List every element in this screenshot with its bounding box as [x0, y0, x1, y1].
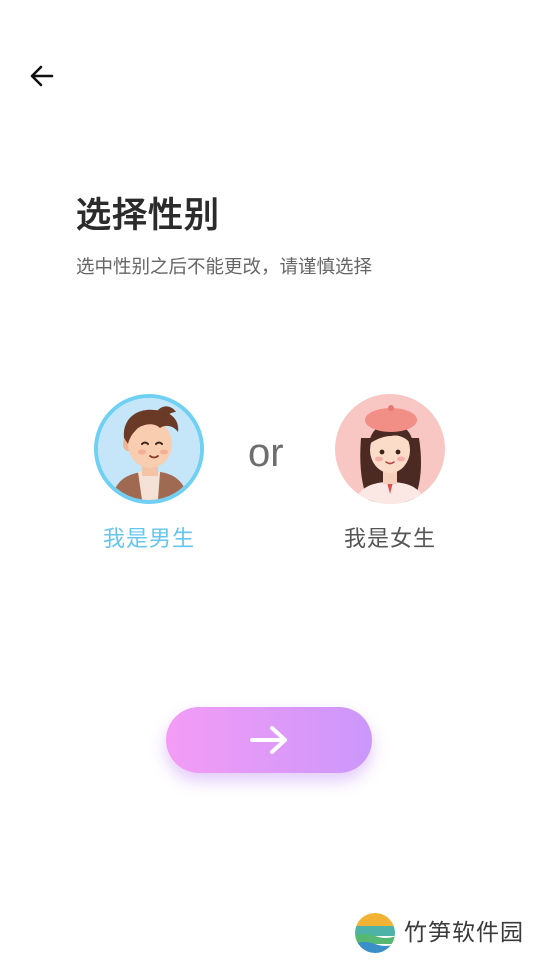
back-button[interactable]: [22, 58, 62, 94]
watermark-text: 竹笋软件园: [404, 920, 524, 946]
gender-label-female: 我是女生: [343, 527, 436, 552]
watermark-logo-icon: [355, 913, 395, 953]
or-divider: or: [248, 431, 284, 475]
next-button[interactable]: [166, 707, 372, 773]
arrow-right-icon: [250, 726, 287, 754]
page-title: 选择性别: [76, 196, 221, 236]
male-avatar[interactable]: [94, 394, 204, 504]
watermark: 竹笋软件园: [354, 912, 524, 954]
page-subtitle: 选中性别之后不能更改，请谨慎选择: [76, 257, 373, 278]
arrow-left-icon: [30, 65, 54, 87]
female-avatar[interactable]: [335, 394, 445, 504]
gender-option-male[interactable]: 我是男生: [79, 394, 219, 556]
gender-label-male: 我是男生: [102, 527, 195, 552]
gender-option-female[interactable]: 我是女生: [320, 394, 460, 556]
